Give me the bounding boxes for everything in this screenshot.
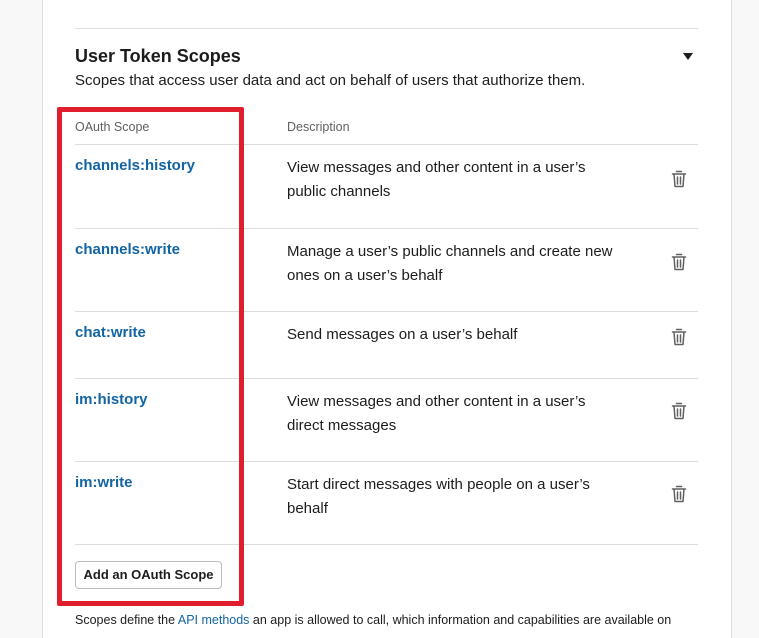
section-description: Scopes that access user data and act on … [75, 72, 586, 89]
scope-description: View messages and other content in a use… [287, 393, 586, 434]
table-row: im:history View messages and other conte… [75, 379, 698, 462]
scope-link[interactable]: channels:history [75, 157, 195, 174]
add-oauth-scope-button[interactable]: Add an OAuth Scope [75, 561, 222, 589]
scope-link[interactable]: chat:write [75, 324, 146, 341]
trash-icon[interactable] [671, 485, 687, 503]
caret-down-icon[interactable] [683, 53, 693, 61]
table-row: channels:write Manage a user’s public ch… [75, 229, 698, 312]
scope-description: Send messages on a user’s behalf [287, 326, 518, 343]
trash-icon[interactable] [671, 402, 687, 420]
scope-description: Manage a user’s public channels and crea… [287, 243, 613, 284]
scope-description: Start direct messages with people on a u… [287, 476, 590, 517]
column-header-description: Description [287, 120, 350, 134]
table-row: channels:history View messages and other… [75, 145, 698, 229]
column-header-oauth-scope: OAuth Scope [75, 120, 150, 134]
scope-link[interactable]: im:history [75, 391, 148, 408]
table-row: im:write Start direct messages with peop… [75, 462, 698, 545]
trash-icon[interactable] [671, 328, 687, 346]
section-title: User Token Scopes [75, 46, 241, 66]
row-divider [75, 544, 698, 545]
scope-description: View messages and other content in a use… [287, 159, 586, 200]
top-divider [75, 28, 698, 29]
trash-icon[interactable] [671, 253, 687, 271]
trash-icon[interactable] [671, 170, 687, 188]
table-row: chat:write Send messages on a user’s beh… [75, 312, 698, 379]
scope-link[interactable]: channels:write [75, 241, 180, 258]
scope-link[interactable]: im:write [75, 474, 133, 491]
